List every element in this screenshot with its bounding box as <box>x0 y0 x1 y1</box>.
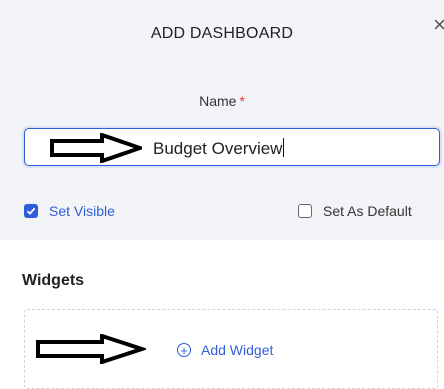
set-as-default-option[interactable]: Set As Default <box>298 203 412 219</box>
set-visible-checkbox[interactable] <box>24 204 38 218</box>
add-widget-label: Add Widget <box>201 342 274 358</box>
checkmark-icon <box>26 207 36 215</box>
text-caret <box>283 138 285 157</box>
set-visible-label: Set Visible <box>49 203 115 219</box>
name-input-value: Budget Overview <box>153 138 285 159</box>
widgets-section-title: Widgets <box>22 272 85 289</box>
add-widget-button[interactable]: + Add Widget <box>177 342 273 358</box>
set-visible-option[interactable]: Set Visible <box>24 203 115 219</box>
dialog-title: ADD DASHBOARD <box>150 25 294 42</box>
set-as-default-checkbox[interactable] <box>298 204 312 218</box>
name-label-text: Name <box>199 93 237 109</box>
arrow-right-icon <box>50 133 142 163</box>
name-field-label: Name * <box>0 93 444 109</box>
required-marker: * <box>239 93 245 109</box>
name-input-text: Budget Overview <box>153 139 283 158</box>
arrow-right-icon <box>36 334 146 364</box>
close-icon[interactable]: × <box>433 14 444 36</box>
plus-circle-icon: + <box>177 343 191 357</box>
set-as-default-label: Set As Default <box>323 203 412 219</box>
